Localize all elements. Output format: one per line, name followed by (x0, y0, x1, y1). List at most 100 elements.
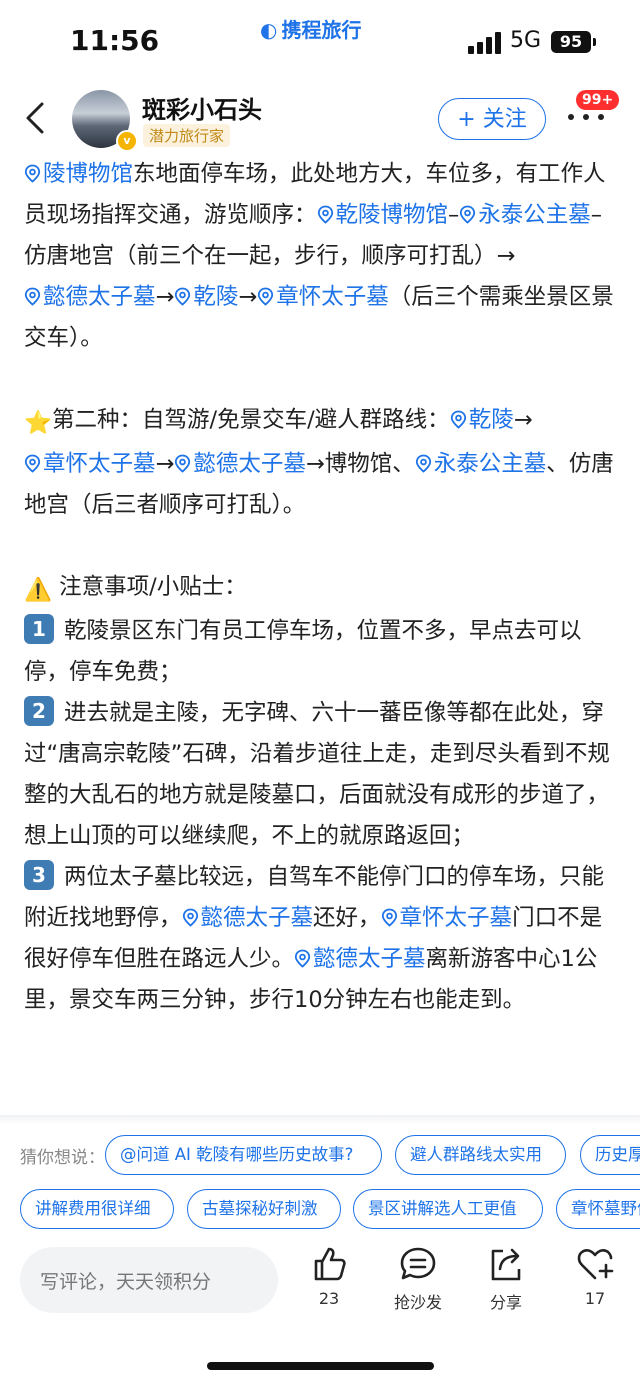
location-link[interactable]: 章怀太子墓 (381, 905, 513, 931)
suggestion-chip[interactable]: 避人群路线太实用 (395, 1135, 566, 1175)
route-paragraph: 陵博物馆东地面停车场，此处地方大，车位多，有工作人员现场指挥交通，游览顺序： 乾陵… (24, 154, 620, 359)
body-text: → (238, 284, 258, 310)
location-link[interactable]: 乾陵 (174, 284, 238, 310)
location-link[interactable]: 乾陵 (450, 407, 514, 433)
post-header: v 斑彩小石头 潜力旅行家 + 关注 99+ (0, 82, 640, 154)
body-text: → (155, 451, 175, 477)
favorite-count: 17 (584, 1289, 606, 1308)
tip-3: 3 两位太子墓比较远，自驾车不能停门口的停车场，只能附近找地野停， 懿德太子墓还好，… (24, 857, 620, 1021)
location-pin-icon (182, 908, 198, 927)
location-link-label: 乾陵 (468, 407, 514, 433)
share-label: 分享 (489, 1293, 522, 1312)
location-link[interactable]: 章怀太子墓 (24, 451, 156, 477)
like-button[interactable]: 23 (294, 1245, 364, 1308)
network-type: 5G (510, 28, 542, 53)
body-text: → (155, 284, 175, 310)
location-link-label: 懿德太子墓 (193, 451, 306, 477)
suggestion-chip[interactable]: 章怀墓野停 (556, 1189, 640, 1229)
body-text: 第二种：自驾游/免景交车/避人群路线： (52, 407, 450, 433)
status-time: 11:56 (70, 24, 160, 57)
sofa-button[interactable]: 抢沙发 (383, 1245, 453, 1313)
tip-2: 2 进去就是主陵，无字碑、六十一蕃臣像等都在此处，穿过“唐高宗乾陵”石碑，沿着步道… (24, 693, 620, 857)
share-button[interactable]: 分享 (471, 1245, 541, 1313)
notification-badge: 99+ (576, 90, 620, 110)
like-icon (314, 1247, 346, 1281)
suggestion-chip[interactable]: 历史厚重 (580, 1135, 640, 1175)
location-link[interactable]: 懿德太子墓 (174, 451, 306, 477)
tip-1: 1 乾陵景区东门有员工停车场，位置不多，早点去可以停，停车免费； (24, 611, 620, 693)
warning-icon: ⚠️ (24, 577, 53, 603)
suggestions-label: 猜你想说： (20, 1148, 105, 1168)
location-link[interactable]: 懿德太子墓 (24, 284, 156, 310)
location-link-label: 懿德太子墓 (313, 946, 426, 972)
post-content: 陵博物馆东地面停车场，此处地方大，车位多，有工作人员现场指挥交通，游览顺序： 乾陵… (24, 154, 620, 1021)
location-link[interactable]: 永泰公主墓 (415, 451, 547, 477)
alt-route-paragraph: ⭐第二种：自驾游/免景交车/避人群路线： 乾陵→章怀太子墓→ 懿德太子墓→博物馆、永… (24, 400, 620, 526)
verified-badge-icon: v (116, 130, 138, 152)
location-link[interactable]: 懿德太子墓 (294, 946, 426, 972)
favorite-icon (577, 1249, 614, 1280)
favorite-button[interactable]: 17 (560, 1245, 630, 1308)
body-text: 乾陵景区东门有员工停车场，位置不多，早点去可以停，停车免费； (24, 618, 582, 685)
comment-placeholder: 写评论，天天领积分 (40, 1271, 212, 1293)
location-link[interactable]: 陵博物馆 (24, 161, 133, 187)
number-badge: 3 (24, 860, 54, 890)
location-pin-icon (175, 287, 191, 306)
location-pin-icon (24, 287, 41, 306)
number-badge: 1 (24, 614, 54, 644)
battery-icon: 95 (551, 31, 591, 53)
author-tag: 潜力旅行家 (143, 124, 231, 147)
location-link[interactable]: 懿德太子墓 (182, 905, 314, 931)
battery-tip (593, 38, 596, 46)
location-link-label: 乾陵 (193, 284, 239, 310)
brand-name: 携程旅行 (281, 18, 362, 42)
body-text: 注意事项/小贴士： (52, 574, 247, 600)
comment-icon (400, 1247, 436, 1280)
body-text: 进去就是主陵，无字碑、六十一蕃臣像等都在此处，穿过“唐高宗乾陵”石碑，沿着步道往… (24, 700, 610, 849)
location-pin-icon (258, 287, 274, 306)
location-pin-icon (415, 454, 431, 473)
sofa-label: 抢沙发 (393, 1293, 442, 1312)
location-pin-icon (450, 410, 466, 429)
signal-icon (468, 32, 504, 54)
location-link[interactable]: 章怀太子墓 (257, 284, 389, 310)
bottom-panel: 猜你想说： @问道 AI 乾陵有哪些历史故事? 避人群路线太实用 历史厚重 讲解… (0, 1115, 640, 1385)
location-link-label: 乾陵博物馆 (335, 202, 449, 228)
body-text: 还好， (313, 905, 381, 931)
comment-input[interactable]: 写评论，天天领积分 (20, 1247, 278, 1313)
suggestion-chip[interactable]: 景区讲解选人工更值 (353, 1189, 543, 1229)
suggestion-chip[interactable]: 古墓探秘好刺激 (187, 1189, 341, 1229)
location-link-label: 章怀太子墓 (276, 284, 389, 310)
location-link[interactable]: 永泰公主墓 (459, 202, 591, 228)
location-link-label: 章怀太子墓 (399, 905, 513, 931)
star-icon: ⭐ (24, 410, 53, 436)
follow-button[interactable]: + 关注 (438, 98, 546, 140)
body-text: → (513, 407, 533, 433)
brand-swirl-icon: ◐ (260, 18, 278, 42)
location-link-label: 懿德太子墓 (200, 905, 314, 931)
back-icon[interactable] (24, 100, 48, 136)
location-pin-icon (460, 205, 476, 224)
home-indicator[interactable] (207, 1362, 434, 1370)
location-link-label: 永泰公主墓 (433, 451, 547, 477)
brand-logo: ◐ 携程旅行 (260, 14, 361, 43)
status-bar: 11:56 ◐ 携程旅行 5G 95 (0, 0, 640, 80)
location-pin-icon (24, 164, 41, 183)
suggestion-chip[interactable]: @问道 AI 乾陵有哪些历史故事? (105, 1135, 382, 1175)
suggestion-chip[interactable]: 讲解费用很详细 (20, 1189, 174, 1229)
tips-heading: ⚠️ 注意事项/小贴士： (24, 567, 620, 611)
location-pin-icon (317, 205, 333, 224)
location-pin-icon (381, 908, 397, 927)
location-link-label: 陵博物馆 (43, 161, 134, 187)
location-pin-icon (294, 949, 311, 968)
location-link[interactable]: 乾陵博物馆 (317, 202, 449, 228)
body-text: – (448, 202, 460, 228)
author-name[interactable]: 斑彩小石头 (142, 90, 262, 125)
location-pin-icon (175, 454, 191, 473)
location-link-label: 章怀太子墓 (43, 451, 156, 477)
number-badge: 2 (24, 696, 54, 726)
body-text: →博物馆、 (305, 451, 415, 477)
share-icon (491, 1248, 521, 1281)
like-count: 23 (318, 1289, 340, 1308)
location-link-label: 懿德太子墓 (43, 284, 156, 310)
